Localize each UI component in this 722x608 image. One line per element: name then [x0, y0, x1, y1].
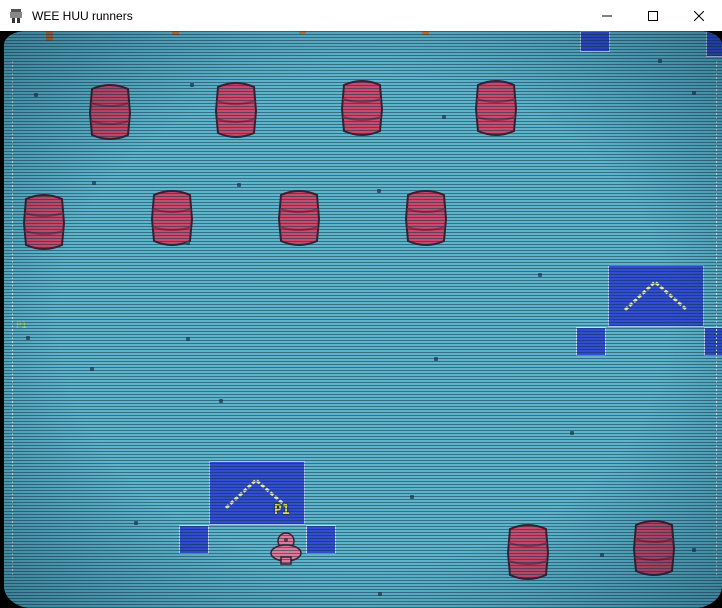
floor-dot: [377, 189, 381, 193]
title-bar[interactable]: WEE HUU runners: [0, 0, 722, 32]
blue-wall-block: [179, 525, 209, 554]
minimize-icon: [602, 15, 612, 16]
floor-dot: [134, 521, 138, 525]
blue-wall-block: [306, 525, 336, 554]
floor-dot: [186, 337, 190, 341]
floor-dot: [692, 91, 696, 95]
window-controls: [584, 0, 722, 31]
barrel: [404, 190, 448, 246]
barrel: [88, 84, 132, 140]
floor-dot: [34, 93, 38, 97]
barrel: [214, 82, 258, 138]
orange-debris: [172, 31, 179, 35]
floor-dot: [186, 241, 190, 245]
floor-dot: [378, 592, 382, 596]
close-button[interactable]: [676, 0, 722, 31]
game-viewport[interactable]: P1 P1: [0, 31, 722, 608]
blue-wall-block: [576, 327, 606, 356]
maximize-button[interactable]: [630, 0, 676, 31]
floor-dot: [538, 273, 542, 277]
barrel: [150, 190, 194, 246]
ramp-block: [608, 265, 704, 327]
orange-debris: [422, 31, 429, 35]
floor-dot: [442, 115, 446, 119]
window-title: WEE HUU runners: [32, 8, 133, 23]
maximize-icon: [648, 10, 658, 21]
right-edge-line: [716, 61, 717, 578]
floor-dot: [190, 83, 194, 87]
floor-dot: [90, 367, 94, 371]
floor-dot: [410, 495, 414, 499]
barrel: [632, 520, 676, 576]
barrel: [340, 80, 384, 136]
ramp-block: [209, 461, 305, 525]
floor-dot: [658, 59, 662, 63]
orange-debris: [46, 31, 53, 41]
player-character: [270, 532, 302, 565]
ramp-chevron-icon: [224, 477, 289, 510]
barrel: [474, 80, 518, 136]
blue-wall-block: [706, 31, 722, 57]
blue-wall-block: [704, 327, 722, 356]
player-tag: P1: [274, 503, 290, 518]
barrel: [22, 194, 66, 250]
app-icon: [8, 8, 24, 24]
floor-dot: [92, 181, 96, 185]
floor-dot: [570, 431, 574, 435]
floor-dot: [26, 336, 30, 340]
floor-dot: [434, 357, 438, 361]
blue-wall-block: [580, 31, 610, 52]
floor-dot: [237, 183, 241, 187]
crt-playfield: P1 P1: [4, 31, 722, 608]
close-icon: [694, 10, 704, 21]
barrel: [277, 190, 321, 246]
floor-dot: [219, 399, 223, 403]
minimize-button[interactable]: [584, 0, 630, 31]
orange-debris: [299, 31, 306, 34]
floor-dot: [600, 553, 604, 557]
floor-dot: [692, 548, 696, 552]
ramp-chevron-icon: [623, 279, 688, 312]
left-edge-line: [12, 61, 13, 578]
side-marker: P1: [16, 321, 27, 331]
barrel: [506, 524, 550, 580]
